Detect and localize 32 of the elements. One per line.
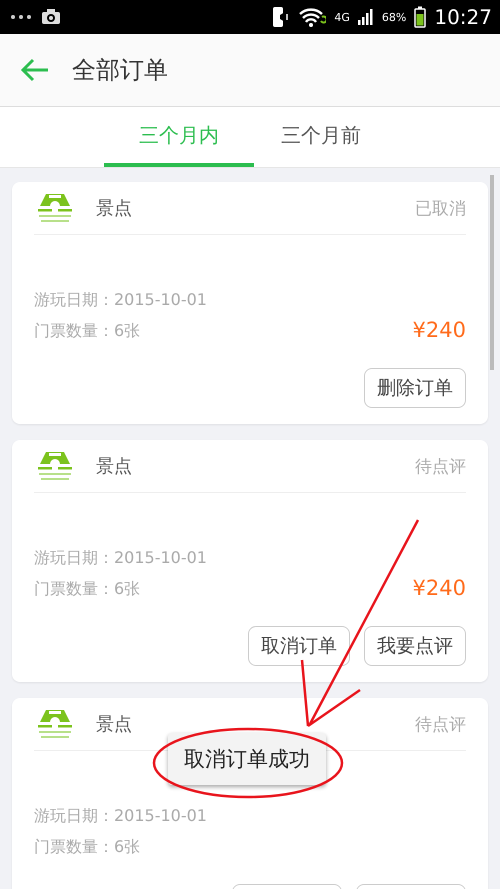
- order-action-button[interactable]: 删除订单: [364, 368, 466, 408]
- visit-date: 游玩日期：2015-10-01: [34, 548, 208, 569]
- clock: 10:27: [434, 5, 492, 29]
- bridge-logo-icon: [36, 708, 74, 740]
- bridge-logo-icon: [36, 192, 74, 224]
- battery-percent: 68%: [382, 10, 406, 24]
- ticket-quantity: 门票数量：6张: [34, 837, 142, 858]
- order-price: ¥240: [412, 318, 466, 342]
- ticket-quantity: 门票数量：6张: [34, 579, 142, 600]
- order-status: 待点评: [415, 714, 466, 736]
- back-arrow-icon[interactable]: [20, 58, 50, 82]
- order-action-button[interactable]: 我要点评: [364, 626, 466, 666]
- battery-icon: [414, 6, 426, 28]
- order-status: 待点评: [415, 456, 466, 478]
- toast-message: 取消订单成功: [168, 733, 326, 785]
- network-type: 4G: [334, 10, 350, 24]
- ticket-quantity: 门票数量：6张: [34, 321, 142, 342]
- phone-speaker-icon: [272, 6, 290, 28]
- wifi-icon: [298, 7, 326, 27]
- signal-icon: [358, 9, 374, 25]
- more-icon: [10, 14, 32, 20]
- order-status: 已取消: [415, 198, 466, 220]
- order-category: 景点: [96, 455, 133, 478]
- order-category: 景点: [96, 197, 133, 220]
- camera-icon: [40, 7, 62, 27]
- page-title: 全部订单: [72, 55, 168, 86]
- order-action-button[interactable]: 取消订单: [248, 626, 350, 666]
- bridge-logo-icon: [36, 450, 74, 482]
- visit-date: 游玩日期：2015-10-01: [34, 290, 208, 311]
- order-price: ¥240: [412, 576, 466, 600]
- order-category: 景点: [96, 713, 133, 736]
- visit-date: 游玩日期：2015-10-01: [34, 806, 208, 827]
